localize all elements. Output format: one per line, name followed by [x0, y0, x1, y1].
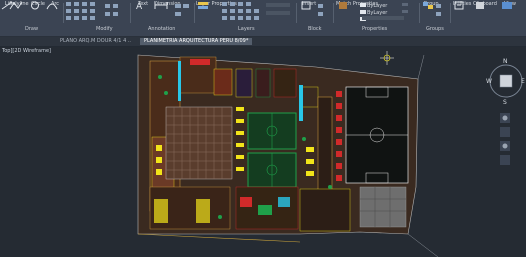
file-tab-active[interactable]: PLANIMETRIA ARQUITECTURA PERU 8/09*: [140, 38, 253, 45]
cursor-crosshair-icon: [380, 51, 394, 65]
panel-annotation[interactable]: Annotation: [148, 24, 175, 34]
ribbon-small-icons: ByLayer ByLayer: [66, 2, 441, 21]
ribbon-separator: [130, 3, 131, 23]
panel-block[interactable]: Block: [308, 24, 322, 34]
pool-left: [178, 61, 181, 101]
bylayer-color[interactable]: ByLayer: [367, 3, 388, 9]
ribbon-panel-bar: Draw Modify Annotation Layers Block Prop…: [0, 24, 526, 34]
file-tab[interactable]: PLANO ARQ.M DOUR 4/1 4 ..: [56, 38, 135, 45]
panel-modify[interactable]: Modify: [96, 24, 113, 34]
ribbon-separator: [333, 3, 334, 23]
navigation-bar[interactable]: [500, 113, 510, 165]
compass-east: E: [521, 78, 525, 85]
ribbon-separator: [296, 3, 297, 23]
compass-west: W: [486, 78, 492, 85]
panel-groups[interactable]: Groups: [426, 24, 444, 34]
grid-plaza: [165, 106, 233, 180]
compass-north: N: [503, 58, 508, 65]
site-plan-drawing: N W E S: [137, 51, 525, 257]
parking-area: [359, 186, 407, 228]
ribbon-separator: [450, 3, 451, 23]
ribbon-separator: [419, 3, 420, 23]
compass-south: S: [503, 99, 507, 106]
drawing-viewport[interactable]: Top][2D Wireframe] N W E S: [0, 47, 526, 257]
file-tabs: PLANO ARQ.M DOUR 4/1 4 .. PLANIMETRIA AR…: [0, 37, 526, 46]
panel-draw[interactable]: Draw: [25, 24, 38, 34]
panel-properties[interactable]: Properties: [362, 24, 387, 34]
pool-right: [299, 85, 303, 121]
ribbon: Line Polyline Circle Arc AText Dimension…: [0, 0, 526, 37]
ribbon-separator: [194, 3, 195, 23]
viewcube-compass-icon[interactable]: [489, 64, 523, 98]
bylayer-linetype[interactable]: ByLayer: [367, 10, 388, 16]
panel-layers[interactable]: Layers: [238, 24, 255, 34]
bottom-blocks: [149, 186, 351, 232]
ribbon-separator: [63, 3, 64, 23]
